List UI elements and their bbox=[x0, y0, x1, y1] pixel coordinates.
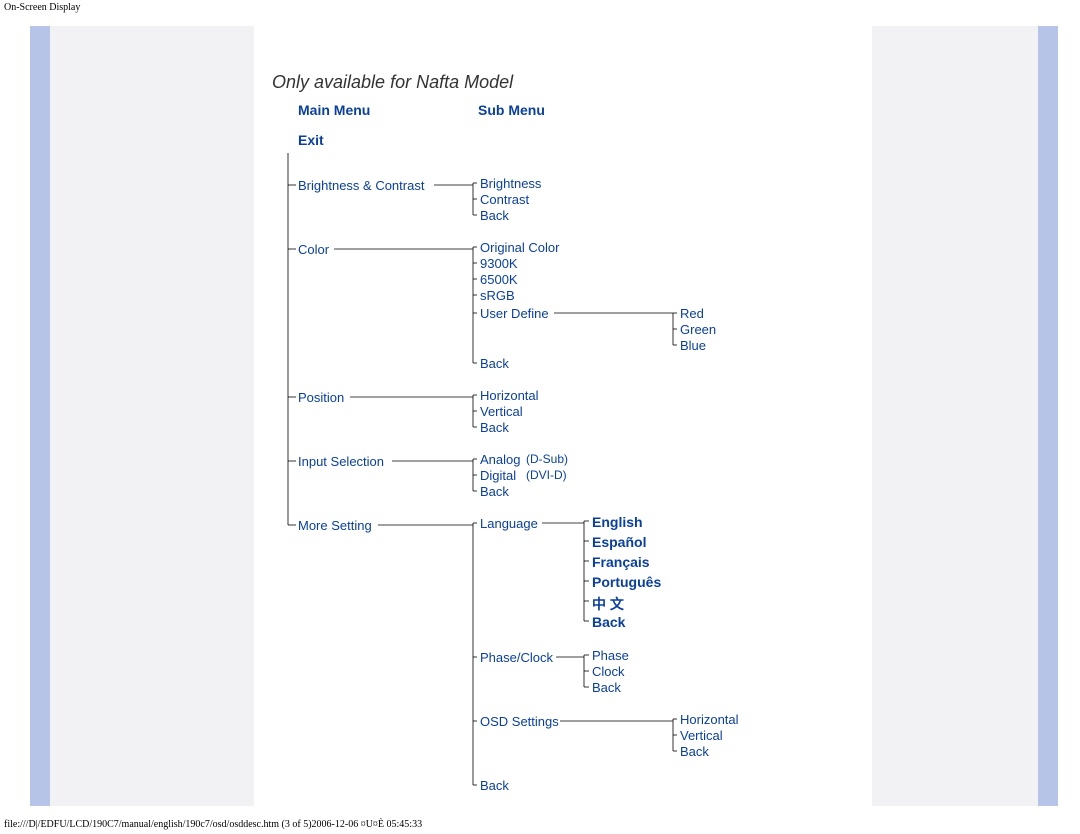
osd-menu-tree-diagram: Only available for Nafta Model Main Menu… bbox=[258, 38, 868, 798]
tree-connector-lines bbox=[258, 38, 868, 798]
decor-band-left bbox=[30, 26, 50, 806]
page-header: On-Screen Display bbox=[4, 2, 80, 13]
decor-band-right bbox=[1038, 26, 1058, 806]
page-footer: file:///D|/EDFU/LCD/190C7/manual/english… bbox=[4, 819, 422, 830]
content-panel: Only available for Nafta Model Main Menu… bbox=[254, 26, 872, 806]
